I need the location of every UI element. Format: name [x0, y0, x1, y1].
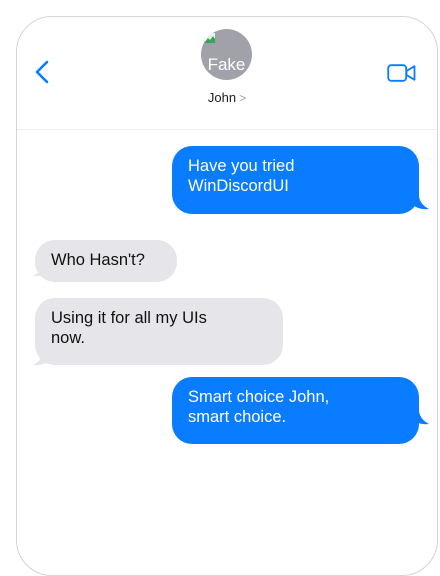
chevron-left-icon [35, 60, 49, 84]
back-button[interactable] [33, 59, 53, 85]
chevron-right-icon: > [239, 91, 247, 105]
contact-name-label: John [207, 90, 237, 105]
video-call-button[interactable] [387, 63, 417, 83]
avatar[interactable]: Fake [201, 29, 252, 80]
video-camera-icon [387, 64, 416, 82]
contact-name[interactable]: John > [17, 90, 437, 105]
message-bubble-sent[interactable]: Have you tried WinDiscordUI [172, 146, 419, 214]
broken-image-icon [204, 32, 216, 44]
message-bubble-sent[interactable]: Smart choice John, smart choice. [172, 377, 419, 444]
conversation-header: Fake John > [17, 17, 437, 130]
phone-frame: Fake John > Have you tried WinDiscordUI W… [16, 16, 438, 576]
avatar-alt-text: Fake [207, 55, 246, 74]
message-bubble-received[interactable]: Who Hasn't? [35, 240, 177, 282]
message-bubble-received[interactable]: Using it for all my UIs now. [35, 298, 283, 365]
